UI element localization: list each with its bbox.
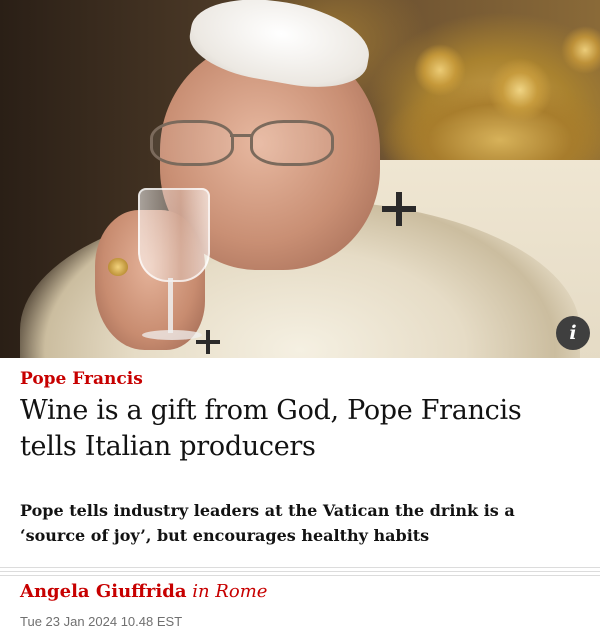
author-link[interactable]: Angela Giuffrida xyxy=(20,581,187,602)
wine-glass-foot xyxy=(142,330,202,340)
article: i Pope Francis Wine is a gift from God, … xyxy=(0,0,600,631)
info-icon[interactable]: i xyxy=(556,316,590,350)
wine-glass-stem xyxy=(168,278,173,333)
wine-glass-bowl xyxy=(138,188,210,282)
divider xyxy=(0,571,600,572)
byline-location: in Rome xyxy=(192,581,268,602)
section-kicker[interactable]: Pope Francis xyxy=(20,369,143,389)
gold-ring xyxy=(108,258,128,276)
gold-ornament xyxy=(370,10,600,180)
glasses-lens-left xyxy=(150,120,234,166)
glasses xyxy=(150,120,340,170)
divider xyxy=(0,567,600,568)
byline: Angela Giuffrida in Rome xyxy=(20,580,267,604)
cross-emblem-small xyxy=(196,330,220,354)
hero-image: i xyxy=(0,0,600,358)
cross-emblem xyxy=(382,192,416,226)
glasses-lens-right xyxy=(250,120,334,166)
glasses-bridge xyxy=(230,134,252,137)
wine-glass xyxy=(128,188,210,348)
standfirst: Pope tells industry leaders at the Vatic… xyxy=(20,501,515,545)
headline: Wine is a gift from God, Pope Francis te… xyxy=(20,395,522,462)
divider xyxy=(0,575,600,576)
dateline: Tue 23 Jan 2024 10.48 EST xyxy=(20,614,183,629)
